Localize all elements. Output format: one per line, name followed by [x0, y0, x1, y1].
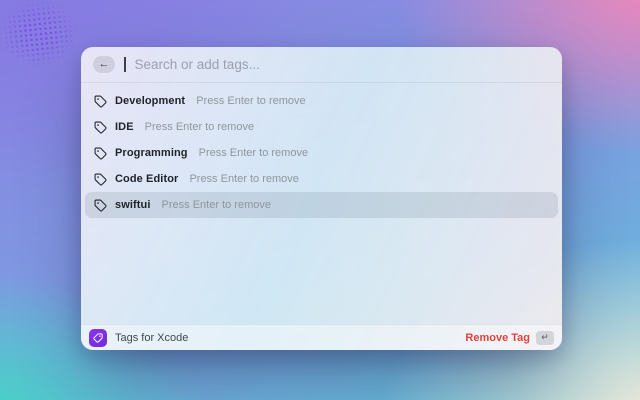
tag-hint: Press Enter to remove	[145, 121, 254, 133]
tag-row-development[interactable]: Development Press Enter to remove	[85, 88, 558, 114]
tag-name: Development	[115, 95, 185, 107]
tag-icon	[94, 173, 107, 186]
tag-icon	[94, 95, 107, 108]
tag-hint: Press Enter to remove	[162, 199, 271, 211]
tag-icon	[94, 199, 107, 212]
back-button[interactable]: ←	[93, 56, 115, 73]
tag-row-programming[interactable]: Programming Press Enter to remove	[85, 140, 558, 166]
return-glyph: ↵	[541, 333, 549, 342]
remove-tag-action[interactable]: Remove Tag	[465, 332, 530, 344]
tag-icon	[94, 147, 107, 160]
tag-list: Development Press Enter to remove IDE Pr…	[81, 83, 562, 324]
tag-row-swiftui[interactable]: swiftui Press Enter to remove	[85, 192, 558, 218]
enter-key-icon: ↵	[536, 331, 554, 345]
command-palette-window: ← Development Press Enter to remove IDE …	[81, 47, 562, 350]
tag-icon	[94, 121, 107, 134]
footer-bar: Tags for Xcode Remove Tag ↵	[81, 324, 562, 350]
tag-hint: Press Enter to remove	[199, 147, 308, 159]
search-input[interactable]	[135, 57, 551, 72]
tag-name: Code Editor	[115, 173, 178, 185]
footer-app-name: Tags for Xcode	[115, 332, 188, 344]
footer-actions: Remove Tag ↵	[465, 331, 554, 345]
tag-hint: Press Enter to remove	[189, 173, 298, 185]
tag-row-ide[interactable]: IDE Press Enter to remove	[85, 114, 558, 140]
tag-name: IDE	[115, 121, 134, 133]
tag-name: swiftui	[115, 199, 151, 211]
text-caret	[124, 57, 126, 72]
app-tag-icon	[89, 329, 107, 347]
back-arrow-icon: ←	[99, 56, 110, 73]
tag-row-code-editor[interactable]: Code Editor Press Enter to remove	[85, 166, 558, 192]
tag-hint: Press Enter to remove	[196, 95, 305, 107]
tag-name: Programming	[115, 147, 188, 159]
search-bar: ←	[81, 47, 562, 83]
